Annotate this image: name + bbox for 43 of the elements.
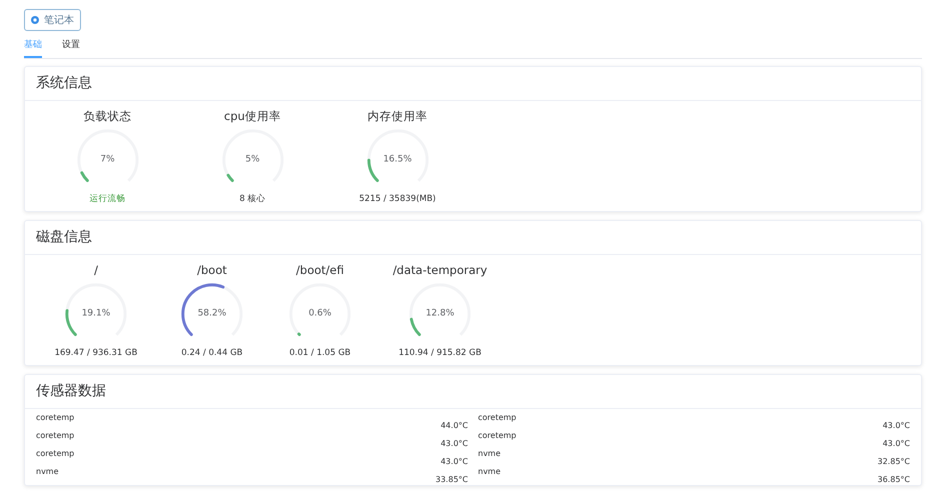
sensor-value: 32.85°C xyxy=(878,456,910,466)
sensor-value: 43.0°C xyxy=(882,420,910,430)
gauge-caption: 5215 / 35839(MB) xyxy=(359,194,436,204)
gauge-label: 内存使用率 xyxy=(368,108,428,122)
gauge-value: 58.2% xyxy=(198,306,226,320)
sensor-name: coretemp xyxy=(478,430,516,442)
gauge-value: 16.5% xyxy=(383,152,412,166)
gauge-label: 负载状态 xyxy=(84,108,132,122)
sensor-name: nvme xyxy=(36,466,59,478)
notebook-button[interactable]: 笔记本 xyxy=(24,9,81,31)
gauge-value: 7% xyxy=(100,152,115,166)
sensor-name: coretemp xyxy=(36,412,74,424)
gauge-caption: 110.94 / 915.82 GB xyxy=(398,348,482,358)
sensor-value: 44.0°C xyxy=(440,420,468,430)
gauge-caption: 0.24 / 0.44 GB xyxy=(181,348,243,358)
tab[interactable]: 设置 xyxy=(62,39,80,58)
gauge-label: /boot/efi xyxy=(296,262,344,276)
sensor-value: 33.85°C xyxy=(436,474,468,484)
tab[interactable]: 基础 xyxy=(24,39,42,58)
gauge-value: 0.6% xyxy=(308,306,332,320)
gauge-value: 12.8% xyxy=(426,306,454,320)
sensor-value: 36.85°C xyxy=(878,474,910,484)
gauge-label: cpu使用率 xyxy=(224,108,281,122)
sensor-value: 43.0°C xyxy=(882,438,910,448)
sensor-name: coretemp xyxy=(36,448,74,460)
sensor-name: coretemp xyxy=(478,412,516,424)
gauge-label: /data-temporary xyxy=(392,262,488,276)
gauge-caption: 0.01 / 1.05 GB xyxy=(289,348,351,358)
gauge-label: / xyxy=(94,262,98,276)
status-text: 运行流畅 xyxy=(90,194,126,204)
gauge-caption: 8 核心 xyxy=(239,194,266,204)
gauge-label: /boot xyxy=(197,262,227,276)
card-title: 系统信息 xyxy=(25,66,921,100)
sensor-name: nvme xyxy=(478,448,501,460)
sensor-value: 43.0°C xyxy=(440,456,468,466)
gauge-value: 5% xyxy=(245,152,260,166)
sensor-name: coretemp xyxy=(36,430,74,442)
sensor-name: nvme xyxy=(478,466,501,478)
card-title: 传感器数据 xyxy=(25,374,921,408)
gauge-value: 19.1% xyxy=(82,306,110,320)
card-title: 磁盘信息 xyxy=(25,220,921,254)
gauge-caption: 169.47 / 936.31 GB xyxy=(54,348,138,358)
sensor-value: 43.0°C xyxy=(440,438,468,448)
